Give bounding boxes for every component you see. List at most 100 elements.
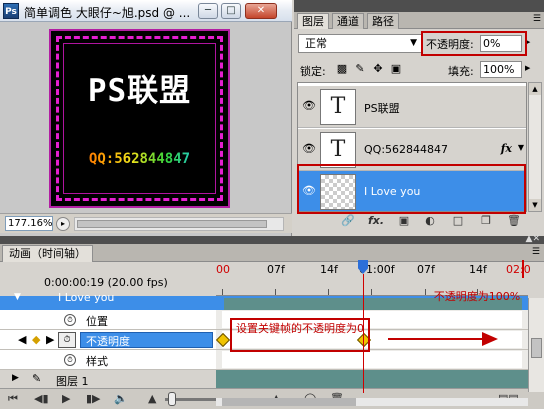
document-canvas[interactable]: PS联盟 QQ:562844847 (49, 29, 230, 208)
eye-icon[interactable]: 👁 (302, 143, 316, 154)
scroll-thumb[interactable] (222, 398, 356, 406)
ruler-tick (275, 289, 276, 295)
layer1-label: 图层 1 (56, 375, 89, 388)
ruler-label: 07f (267, 263, 285, 276)
style-label: 样式 (86, 355, 108, 368)
link-icon[interactable]: 🔗 (340, 214, 356, 228)
previous-frame-icon[interactable]: ◀▮ (34, 392, 49, 405)
fps-value: (20.00 fps) (107, 276, 168, 289)
track-name-cell: ◀ ◆ ▶ ⏱ 不透明度 (0, 330, 216, 350)
panel-top-bar: ▲✕ (0, 234, 544, 244)
next-frame-icon[interactable]: ▮▶ (86, 392, 101, 405)
ruler-label: 14f (320, 263, 338, 276)
tab-channels[interactable]: 通道 (332, 13, 364, 29)
layers-panel-tabs: 图层 通道 路径 ☰ (294, 12, 544, 29)
work-area-end-marker[interactable] (516, 260, 524, 278)
lock-position-icon[interactable]: ✥ (372, 63, 384, 75)
style-track[interactable] (216, 350, 528, 370)
layer-name: PS联盟 (364, 102, 400, 115)
restore-button[interactable]: □ (221, 3, 241, 19)
timeline-horizontal-scrollbar[interactable] (216, 398, 528, 406)
expand-arrow-icon[interactable]: ▼ (14, 292, 21, 302)
group-layer-label: I Love you (58, 291, 115, 304)
timecode-value: 0:00:00:19 (44, 276, 105, 289)
lock-all-icon[interactable]: ▣ (390, 63, 402, 75)
track-name-cell: ⏱ 位置 (0, 310, 216, 330)
fill-field[interactable]: 100% (480, 61, 522, 78)
document-horizontal-scrollbar[interactable] (74, 217, 284, 231)
fill-slider-arrow-icon[interactable]: ▶ (525, 64, 530, 72)
scroll-down-icon[interactable]: ▼ (529, 199, 541, 211)
scroll-thumb[interactable] (531, 338, 542, 358)
scroll-thumb[interactable] (77, 220, 267, 228)
annotation-arrow-icon (388, 332, 498, 346)
timeline-tab-bar: 动画（时间轴） ☰ (0, 244, 544, 262)
expand-arrow-icon[interactable]: ▶ (12, 373, 19, 383)
stopwatch-icon[interactable]: ⏱ (58, 332, 76, 348)
new-layer-icon[interactable]: ❐ (478, 214, 494, 228)
ruler-label: 07f (417, 263, 435, 276)
ruler-label: 14f (469, 263, 487, 276)
document-status-bar: 177.16% ▸ (0, 213, 292, 233)
ruler-label: 00 (216, 263, 230, 276)
trash-icon[interactable]: 🗑 (506, 214, 522, 228)
document-title: 简单调色 大眼仔~旭.psd @ ... (24, 6, 191, 20)
track-span (222, 351, 522, 368)
add-keyframe-icon[interactable]: ◆ (32, 333, 40, 346)
tab-animation-timeline[interactable]: 动画（时间轴） (2, 245, 93, 262)
timeline-vertical-scrollbar[interactable] (528, 298, 544, 392)
fx-icon[interactable]: fx (501, 142, 512, 155)
layer-row-ps[interactable]: 👁 T PS联盟 (298, 86, 526, 128)
fx-icon[interactable]: fx. (368, 214, 384, 228)
tab-paths[interactable]: 路径 (367, 13, 399, 29)
collapse-icon[interactable]: ▲✕ (526, 234, 540, 244)
lock-transparency-icon[interactable]: ▩ (336, 63, 348, 75)
position-label: 位置 (86, 315, 108, 328)
scroll-up-icon[interactable]: ▲ (529, 83, 541, 95)
layers-vertical-scrollbar[interactable]: ▲ ▼ (528, 82, 542, 212)
track-name-cell: ⏱ 样式 (0, 350, 216, 370)
mask-icon[interactable]: ▣ (396, 214, 412, 228)
panel-menu-icon[interactable]: ☰ (533, 14, 541, 24)
track-name-cell: ▶ ✎ 图层 1 (0, 370, 216, 390)
layers-bottom-toolbar: 🔗 fx. ▣ ◐ □ ❐ 🗑 (294, 213, 544, 229)
expand-effects-icon[interactable]: ▼ (518, 143, 524, 152)
current-time: 0:00:00:19 (20.00 fps) (44, 276, 168, 289)
adjustment-icon[interactable]: ◐ (422, 214, 438, 228)
canvas-title-text: PS联盟 (87, 73, 192, 109)
blend-mode-select[interactable]: 正常 ▼ (298, 34, 422, 53)
layer1-track[interactable] (216, 370, 528, 390)
opacity-property-label: 不透明度 (86, 335, 130, 348)
zoom-level-field[interactable]: 177.16% (5, 216, 53, 231)
previous-keyframe-icon[interactable]: ◀ (18, 333, 26, 346)
annotation-keyframe-opacity-0: 设置关键帧的不透明度为0 (236, 322, 364, 335)
panel-menu-icon[interactable]: ☰ (532, 247, 540, 257)
zoom-out-icon[interactable]: ▲ (148, 392, 156, 405)
ruler-tick (328, 289, 329, 295)
fill-label: 填充: (448, 65, 474, 78)
text-layer-thumbnail: T (320, 89, 356, 125)
minimize-button[interactable]: ─ (198, 3, 218, 19)
chevron-down-icon: ▼ (410, 38, 417, 48)
document-window: Ps 简单调色 大眼仔~旭.psd @ ... ─ □ ✕ PS联盟 QQ:56… (0, 0, 292, 236)
blend-mode-value: 正常 (305, 37, 327, 50)
track-row-style[interactable]: ⏱ 样式 (0, 350, 528, 370)
stopwatch-icon[interactable]: ⏱ (64, 354, 76, 366)
play-icon[interactable]: ▶ (62, 392, 70, 405)
next-keyframe-icon[interactable]: ▶ (46, 333, 54, 346)
tab-layers[interactable]: 图层 (297, 13, 329, 29)
document-title-bar[interactable]: Ps 简单调色 大眼仔~旭.psd @ ... ─ □ ✕ (0, 0, 292, 22)
annotation-opacity-100: 不透明度为100% (433, 290, 521, 303)
first-frame-icon[interactable]: ⏮ (8, 392, 18, 406)
eye-icon[interactable]: 👁 (302, 100, 316, 111)
panel-top-bar (294, 0, 544, 12)
lock-pixels-icon[interactable]: ✎ (354, 63, 366, 75)
status-menu-icon[interactable]: ▸ (56, 217, 70, 231)
close-button[interactable]: ✕ (245, 3, 277, 19)
folder-icon[interactable]: □ (450, 214, 466, 228)
ruler-tick (425, 289, 426, 295)
audio-icon[interactable]: 🔈 (114, 392, 128, 405)
stopwatch-icon[interactable]: ⏱ (64, 314, 76, 326)
zoom-slider-thumb[interactable] (168, 392, 176, 406)
track-row-layer1[interactable]: ▶ ✎ 图层 1 (0, 370, 528, 390)
